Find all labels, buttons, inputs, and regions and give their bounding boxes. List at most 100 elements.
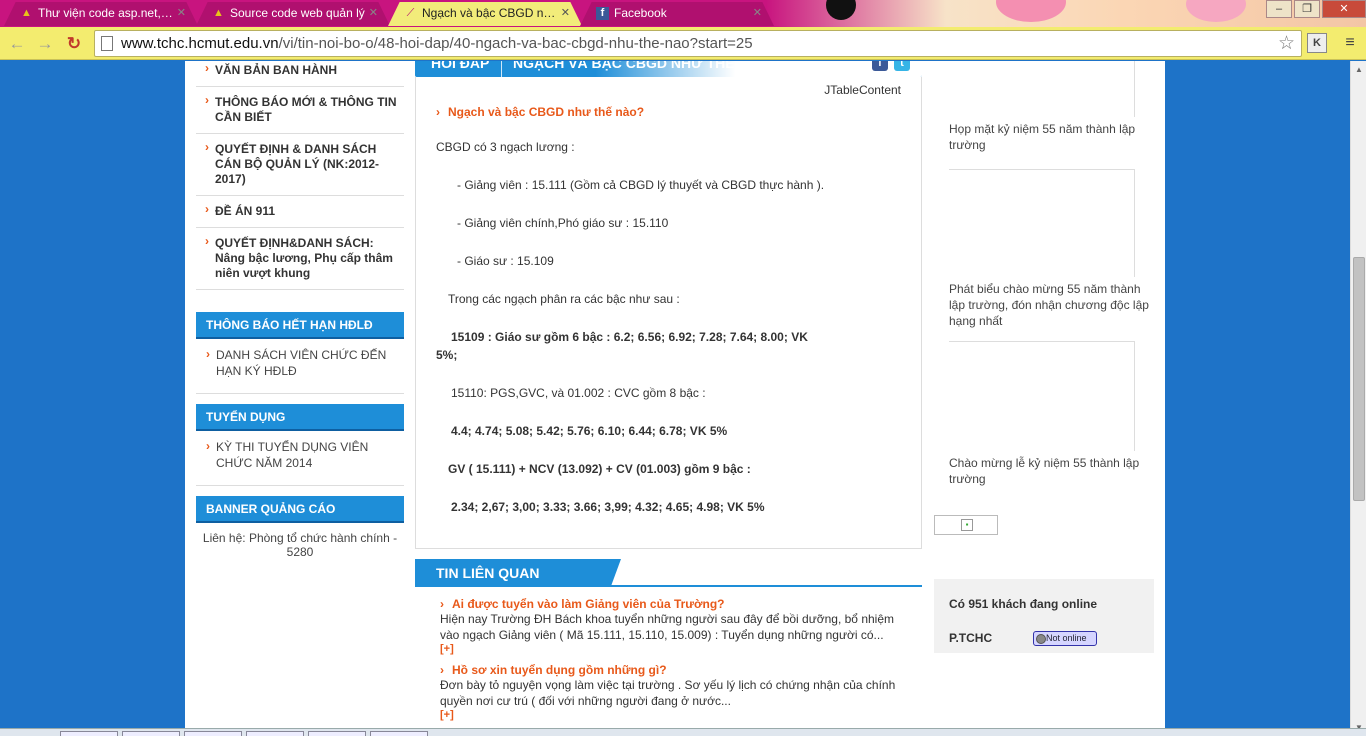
section-label: HỎI ĐÁP <box>431 61 490 71</box>
contact-text: Liên hệ: Phòng tổ chức hành chính - 5280 <box>202 531 398 559</box>
band-fade <box>595 61 735 77</box>
article-paragraph: - Giảng viên : 15.111 (Gồm cả CBGD lý th… <box>457 178 825 192</box>
site-favicon-icon: ▲ <box>213 7 224 19</box>
address-bar[interactable]: www.tchc.hcmut.edu.vn/vi/tin-noi-bo-o/48… <box>94 30 1302 57</box>
bookmark-star-icon[interactable]: ☆ <box>1278 32 1295 55</box>
back-button[interactable]: ← <box>6 33 28 55</box>
url-text: www.tchc.hcmut.edu.vn/vi/tin-noi-bo-o/48… <box>121 35 753 52</box>
article-paragraph: - Giảng viên chính,Phó giáo sư : 15.110 <box>457 216 669 230</box>
browser-tab[interactable]: ▲ Thư viện code asp.net, mã ✕ <box>4 2 198 26</box>
related-news: TIN LIÊN QUAN Ai được tuyển vào làm Giản… <box>415 559 922 721</box>
browser-tab-bar: ▲ Thư viện code asp.net, mã ✕ ▲ Source c… <box>0 0 1366 27</box>
right-sidebar: Họp mặt kỷ niệm 55 năm thành lập trường … <box>949 61 1155 487</box>
close-icon[interactable]: ✕ <box>753 2 762 24</box>
box-title-recruit: TUYỂN DỤNG <box>196 404 404 431</box>
os-taskbar <box>0 728 1366 736</box>
sidebar-menu: VĂN BẢN BAN HÀNH THÔNG BÁO MỚI & THÔNG T… <box>196 61 404 290</box>
forward-button[interactable]: → <box>34 33 56 55</box>
divider <box>501 61 502 77</box>
link-recruit-exam[interactable]: KỲ THI TUYỂN DỤNG VIÊN CHỨC NĂM 2014 <box>196 431 404 481</box>
article-paragraph: - Giáo sư : 15.109 <box>457 254 554 268</box>
box-title-banner: BANNER QUẢNG CÁO <box>196 496 404 523</box>
related-desc: Đơn bày tỏ nguyện vọng làm việc tại trườ… <box>440 678 896 708</box>
taskbar-item[interactable] <box>60 731 118 736</box>
article-paragraph: CBGD có 3 ngạch lương : <box>436 140 575 154</box>
scrollbar-thumb[interactable] <box>1353 257 1365 501</box>
list-item: Hồ sơ xin tuyển dụng gồm những gì? Đơn b… <box>415 655 922 721</box>
article-paragraph: 2.34; 2,67; 3,00; 3.33; 3.66; 3,99; 4.32… <box>451 500 765 514</box>
window-controls: – ❐ ✕ <box>1264 0 1366 20</box>
browser-tab-active[interactable]: ⟋ Ngạch và bậc CBGD như t ✕ <box>388 2 582 26</box>
facebook-share-icon[interactable]: f <box>872 61 888 71</box>
tab-title: Facebook <box>614 6 667 20</box>
close-window-button[interactable]: ✕ <box>1322 0 1366 18</box>
browser-tab[interactable]: ▲ Source code web quản lý ✕ <box>196 2 390 26</box>
photo-caption[interactable]: Chào mừng lễ kỷ niệm 55 thành lập trường <box>949 451 1149 487</box>
close-icon[interactable]: ✕ <box>369 2 378 24</box>
link-expired-list[interactable]: DANH SÁCH VIÊN CHỨC ĐẾN HẠN KÝ HĐLĐ <box>196 339 404 389</box>
sidebar-item-quyet-dinh[interactable]: QUYẾT ĐỊNH & DANH SÁCH CÁN BỘ QUẢN LÝ (N… <box>196 140 404 196</box>
related-link[interactable]: Ai được tuyển vào làm Giảng viên của Trư… <box>440 597 902 611</box>
article-paragraph: 15109 : Giáo sư gồm 6 bậc : 6.2; 6.56; 6… <box>451 330 808 344</box>
photo-thumbnail[interactable] <box>949 341 1135 451</box>
divider <box>196 485 404 486</box>
department-label: P.TCHC <box>949 631 993 645</box>
online-count: Có 951 khách đang online <box>949 597 1098 611</box>
article-title: Ngạch và bậc CBGD như thế nào? <box>436 105 901 119</box>
article-header-band: HỎI ĐÁP NGẠCH VÀ BẬC CBGD NHƯ THẾ NÀO f … <box>415 61 922 77</box>
read-more-link[interactable]: [+] <box>440 643 902 655</box>
taskbar-item[interactable] <box>122 731 180 736</box>
tab-title: Ngạch và bậc CBGD như t <box>422 6 565 20</box>
taskbar-item[interactable] <box>246 731 304 736</box>
article-paragraph: 5%; <box>436 348 458 362</box>
component-label: JTableContent <box>824 83 901 97</box>
restore-button[interactable]: ❐ <box>1294 0 1320 18</box>
taskbar-item[interactable] <box>184 731 242 736</box>
tab-title: Thư viện code asp.net, mã <box>38 6 181 20</box>
minimize-button[interactable]: – <box>1266 0 1292 18</box>
close-icon[interactable]: ✕ <box>177 2 186 24</box>
site-favicon-icon: ▲ <box>21 7 32 19</box>
twitter-share-icon[interactable]: t <box>894 61 910 71</box>
browser-tab[interactable]: f Facebook ✕ <box>580 2 774 26</box>
photo-caption[interactable]: Họp mặt kỷ niệm 55 năm thành lập trường <box>949 117 1149 153</box>
list-item: Ai được tuyển vào làm Giảng viên của Trư… <box>415 587 922 655</box>
reload-button[interactable]: ↻ <box>63 33 85 55</box>
read-more-link[interactable]: [+] <box>440 709 902 721</box>
sidebar-item-thong-bao[interactable]: THÔNG BÁO MỚI & THÔNG TIN CẦN BIẾT <box>196 93 404 134</box>
tab-title: Source code web quản lý <box>230 6 365 20</box>
related-heading: TIN LIÊN QUAN <box>415 559 621 587</box>
left-sidebar: VĂN BẢN BAN HÀNH THÔNG BÁO MỚI & THÔNG T… <box>196 61 404 567</box>
main-content: HỎI ĐÁP NGẠCH VÀ BẬC CBGD NHƯ THẾ NÀO f … <box>415 61 922 721</box>
image-placeholder-icon: ▪ <box>961 519 973 531</box>
related-header: TIN LIÊN QUAN <box>415 559 922 587</box>
page-icon <box>101 36 113 51</box>
article-paragraph: GV ( 15.111) + NCV (13.092) + CV (01.003… <box>448 462 751 476</box>
scroll-up-icon[interactable]: ▲ <box>1354 65 1364 74</box>
photo-thumbnail[interactable] <box>949 61 1135 117</box>
online-counter-box: Có 951 khách đang online P.TCHC Not onli… <box>934 579 1154 653</box>
extension-button[interactable]: K <box>1307 33 1327 53</box>
taskbar-item[interactable] <box>370 731 428 736</box>
related-desc: Hiện nay Trường ĐH Bách khoa tuyển những… <box>440 612 895 642</box>
divider <box>196 393 404 394</box>
sidebar-item-de-an[interactable]: ĐỀ ÁN 911 <box>196 202 404 228</box>
status-badge: Not online <box>1033 631 1097 646</box>
article-paragraph: 4.4; 4.74; 5.08; 5.42; 5.76; 6.10; 6.44;… <box>451 424 728 438</box>
photo-caption[interactable]: Phát biểu chào mừng 55 năm thành lập trư… <box>949 277 1149 329</box>
facebook-favicon-icon: f <box>596 7 609 20</box>
article-paragraph: Trong các ngạch phân ra các bậc như sau … <box>448 292 680 306</box>
sidebar-item-van-ban[interactable]: VĂN BẢN BAN HÀNH <box>196 61 404 87</box>
photo-thumbnail[interactable] <box>949 169 1135 277</box>
page-viewport: VĂN BẢN BAN HÀNH THÔNG BÁO MỚI & THÔNG T… <box>0 61 1350 736</box>
site-favicon-icon: ⟋ <box>406 7 415 19</box>
scrollbar[interactable]: ▲ ▼ <box>1350 61 1366 736</box>
sidebar-item-nang-bac[interactable]: QUYẾT ĐỊNH&DANH SÁCH: Nâng bậc lương, Ph… <box>196 234 404 290</box>
broken-image: ▪ <box>934 515 998 535</box>
page-container: VĂN BẢN BAN HÀNH THÔNG BÁO MỚI & THÔNG T… <box>185 61 1165 736</box>
taskbar-item[interactable] <box>308 731 366 736</box>
menu-icon[interactable]: ≡ <box>1340 33 1360 53</box>
related-link[interactable]: Hồ sơ xin tuyển dụng gồm những gì? <box>440 663 902 677</box>
article-body: JTableContent Ngạch và bậc CBGD như thế … <box>415 77 922 549</box>
close-icon[interactable]: ✕ <box>561 2 570 24</box>
